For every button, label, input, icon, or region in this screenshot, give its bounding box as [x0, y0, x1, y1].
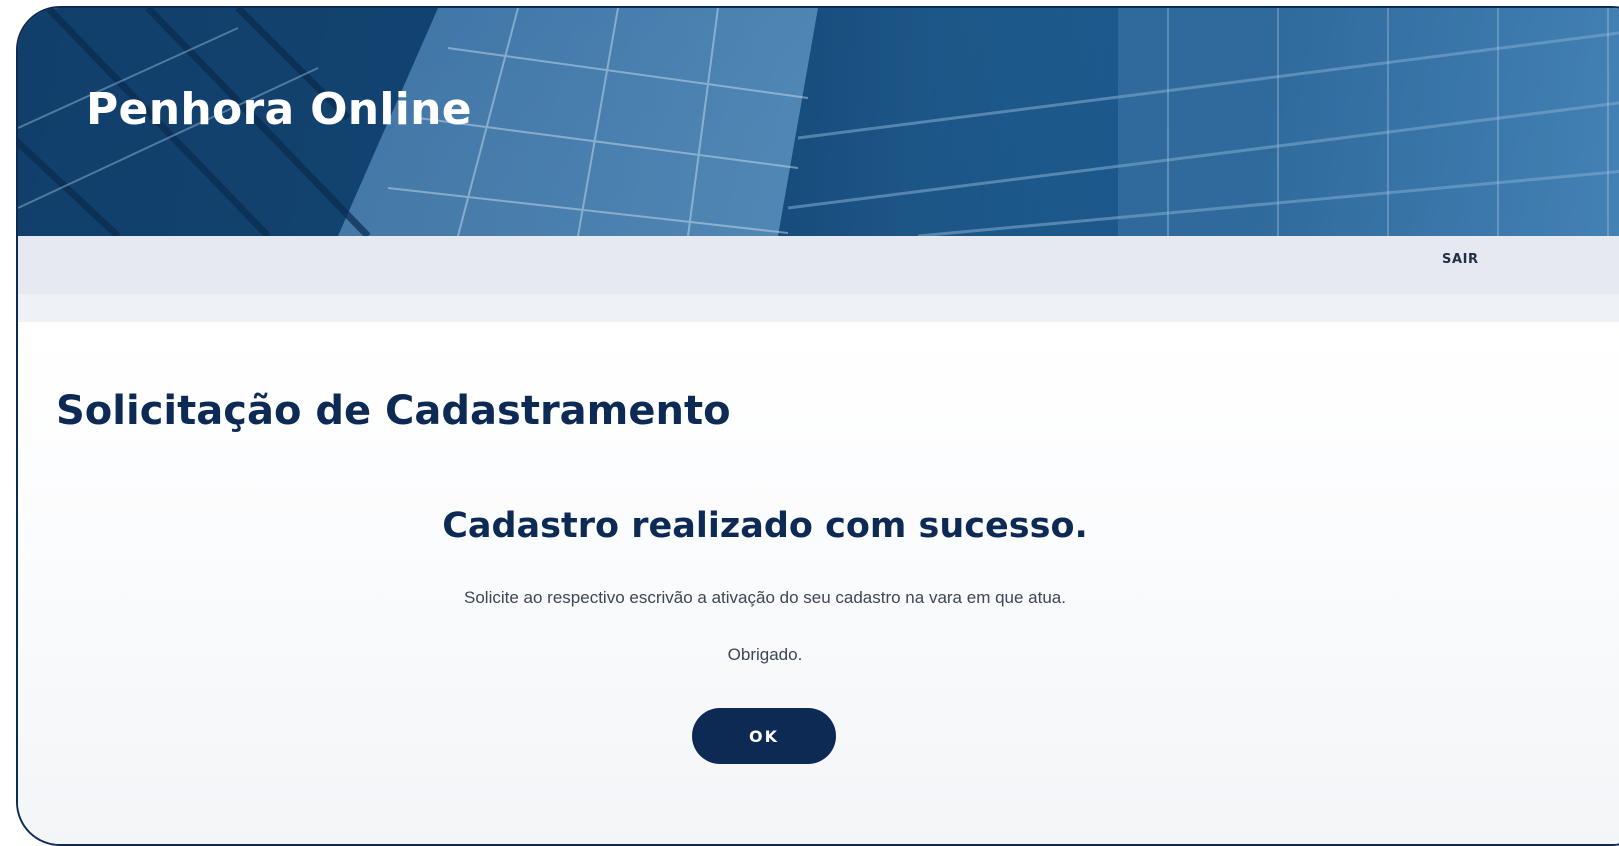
- success-heading: Cadastro realizado com sucesso.: [442, 506, 1088, 546]
- logout-link[interactable]: SAIR: [1442, 252, 1479, 267]
- page-title: Solicitação de Cadastramento: [56, 388, 731, 434]
- instruction-message: Solicite ao respectivo escrivão a ativaç…: [464, 588, 1066, 607]
- nav-bar-strip: [18, 294, 1619, 322]
- app-title: Penhora Online: [86, 84, 472, 135]
- ok-button[interactable]: OK: [692, 708, 836, 764]
- top-navigation-bar: [18, 236, 1619, 294]
- header-banner: Penhora Online: [18, 8, 1619, 236]
- thanks-message: Obrigado.: [727, 645, 803, 664]
